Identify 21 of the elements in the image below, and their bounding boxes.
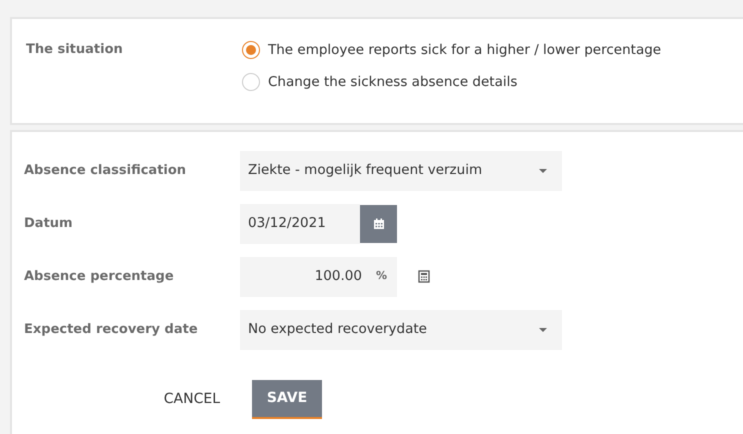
unit-label: % <box>376 268 387 284</box>
radio-label[interactable]: The employee reports sick for a higher / lower percentage <box>268 40 662 60</box>
field-label: The situation <box>26 41 124 59</box>
calendar-icon <box>372 218 384 230</box>
calculator-icon[interactable] <box>418 270 430 283</box>
caret-icon <box>538 326 548 332</box>
field-label: Absence classification <box>24 162 188 180</box>
caret-icon <box>538 168 548 174</box>
select-field[interactable]: No expected recoverydate <box>240 310 562 350</box>
radio-label[interactable]: Change the sickness absence details <box>268 72 518 92</box>
cancel-button[interactable]: CANCEL <box>164 389 220 410</box>
calendar-button[interactable] <box>360 204 397 242</box>
radio-button[interactable] <box>242 41 260 60</box>
field-label: Datum <box>24 214 74 233</box>
radio-button[interactable] <box>242 73 260 92</box>
select-field[interactable]: Ziekte - mogelijk frequent verzuim <box>240 150 562 190</box>
date-field[interactable]: 03/12/2021 <box>240 204 360 244</box>
field-label: Expected recovery date <box>24 320 199 339</box>
field-label: Absence percentage <box>24 268 175 286</box>
save-button[interactable]: SAVE <box>252 380 322 419</box>
percentage-field[interactable]: 100.00 % <box>240 256 397 296</box>
